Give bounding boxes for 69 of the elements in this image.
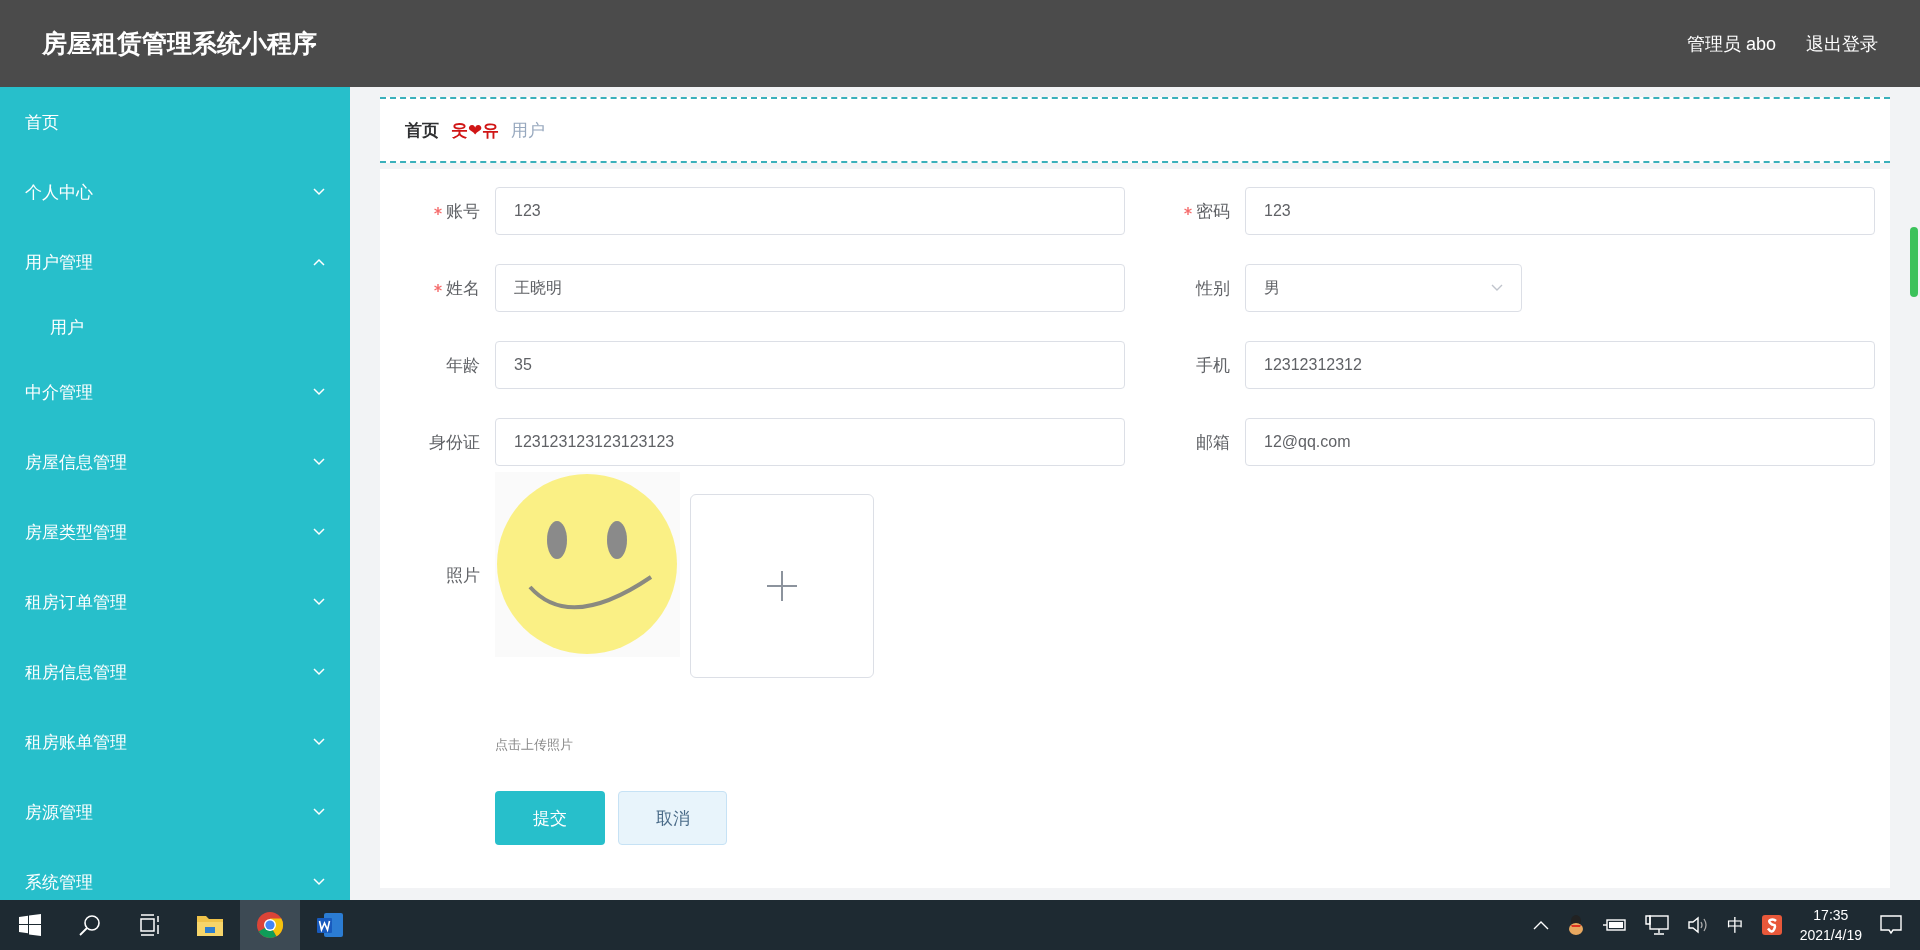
input-field[interactable]: 123	[1245, 187, 1875, 235]
chevron-icon	[1491, 284, 1503, 292]
caret-up-icon[interactable]	[1532, 920, 1549, 930]
field-label: 密码	[1196, 200, 1230, 223]
field-label: 姓名	[446, 277, 480, 300]
clock-time: 17:35	[1813, 906, 1849, 925]
field-label: 手机	[1196, 354, 1230, 377]
windows-icon[interactable]	[19, 914, 41, 936]
task-view-icon[interactable]	[139, 914, 161, 936]
word-icon	[316, 912, 344, 938]
cancel-button[interactable]: 取消	[618, 791, 727, 845]
plus-icon	[767, 571, 797, 601]
field-label: 账号	[446, 200, 480, 223]
input-method[interactable]: 中	[1726, 913, 1744, 937]
submenu-item[interactable]: 用户	[50, 315, 84, 339]
network-icon[interactable]	[1644, 915, 1669, 935]
sogou-icon[interactable]	[1761, 915, 1782, 935]
menu-label: 租房账单管理	[25, 731, 127, 754]
notification-icon[interactable]	[1880, 915, 1902, 935]
app-title: 房屋租赁管理系统小程序	[42, 28, 317, 59]
menu-label: 用户管理	[25, 251, 93, 274]
sidebar-item[interactable]: 租房账单管理	[0, 707, 350, 777]
field-label: 年龄	[446, 354, 480, 377]
penguin-icon[interactable]	[1566, 914, 1585, 936]
battery-icon[interactable]	[1602, 918, 1627, 932]
breadcrumb-current: 用户	[511, 119, 546, 142]
field-label: 身份证	[429, 431, 480, 454]
menu-label: 房屋类型管理	[25, 521, 127, 544]
breadcrumb-separator: 웃❤유	[451, 119, 500, 142]
clock-date: 2021/4/19	[1799, 926, 1862, 945]
menu-label: 个人中心	[25, 181, 93, 204]
input-field[interactable]: 12312312312	[1245, 341, 1875, 389]
menu-label: 中介管理	[25, 381, 93, 404]
menu-label: 租房订单管理	[25, 591, 127, 614]
menu-label: 租房信息管理	[25, 661, 127, 684]
sidebar-item[interactable]: 房屋类型管理	[0, 497, 350, 567]
field-label: 照片	[445, 564, 481, 587]
menu-label: 首页	[25, 111, 59, 134]
sidebar-item[interactable]: 个人中心	[0, 157, 350, 227]
input-field[interactable]: 123123123123123123	[495, 418, 1125, 466]
admin-name: 管理员 abo	[1686, 32, 1776, 56]
sidebar-item[interactable]: 中介管理	[0, 357, 350, 427]
gender-select[interactable]: 男	[1245, 264, 1522, 312]
upload-hint: 点击上传照片	[495, 736, 573, 754]
input-field[interactable]: 123	[495, 187, 1125, 235]
field-label: 邮箱	[1196, 431, 1230, 454]
scrollbar[interactable]	[1910, 227, 1918, 297]
sidebar-item[interactable]: 系统管理	[0, 847, 350, 900]
input-field[interactable]: 35	[495, 341, 1125, 389]
browser-icon	[256, 911, 284, 939]
sidebar-item[interactable]: 租房订单管理	[0, 567, 350, 637]
input-field[interactable]: 王晓明	[495, 264, 1125, 312]
search-icon[interactable]	[79, 914, 101, 936]
menu-label: 房源管理	[25, 801, 93, 824]
sidebar-item[interactable]: 用户管理	[0, 227, 350, 297]
sidebar-item[interactable]: 房源管理	[0, 777, 350, 847]
folder-icon	[196, 913, 224, 937]
breadcrumb-home[interactable]: 首页	[405, 118, 439, 142]
sidebar-item[interactable]: 租房信息管理	[0, 637, 350, 707]
menu-label: 房屋信息管理	[25, 451, 127, 474]
field-label: 性别	[1196, 277, 1230, 300]
logout-link[interactable]: 退出登录	[1806, 31, 1878, 56]
submit-button[interactable]: 提交	[495, 791, 605, 845]
sidebar-item[interactable]: 首页	[0, 87, 350, 157]
menu-label: 系统管理	[25, 871, 93, 894]
input-field[interactable]: 12@qq.com	[1245, 418, 1875, 466]
taskbar-app[interactable]	[240, 900, 300, 950]
volume-icon[interactable]	[1686, 915, 1709, 935]
sidebar-item[interactable]: 房屋信息管理	[0, 427, 350, 497]
